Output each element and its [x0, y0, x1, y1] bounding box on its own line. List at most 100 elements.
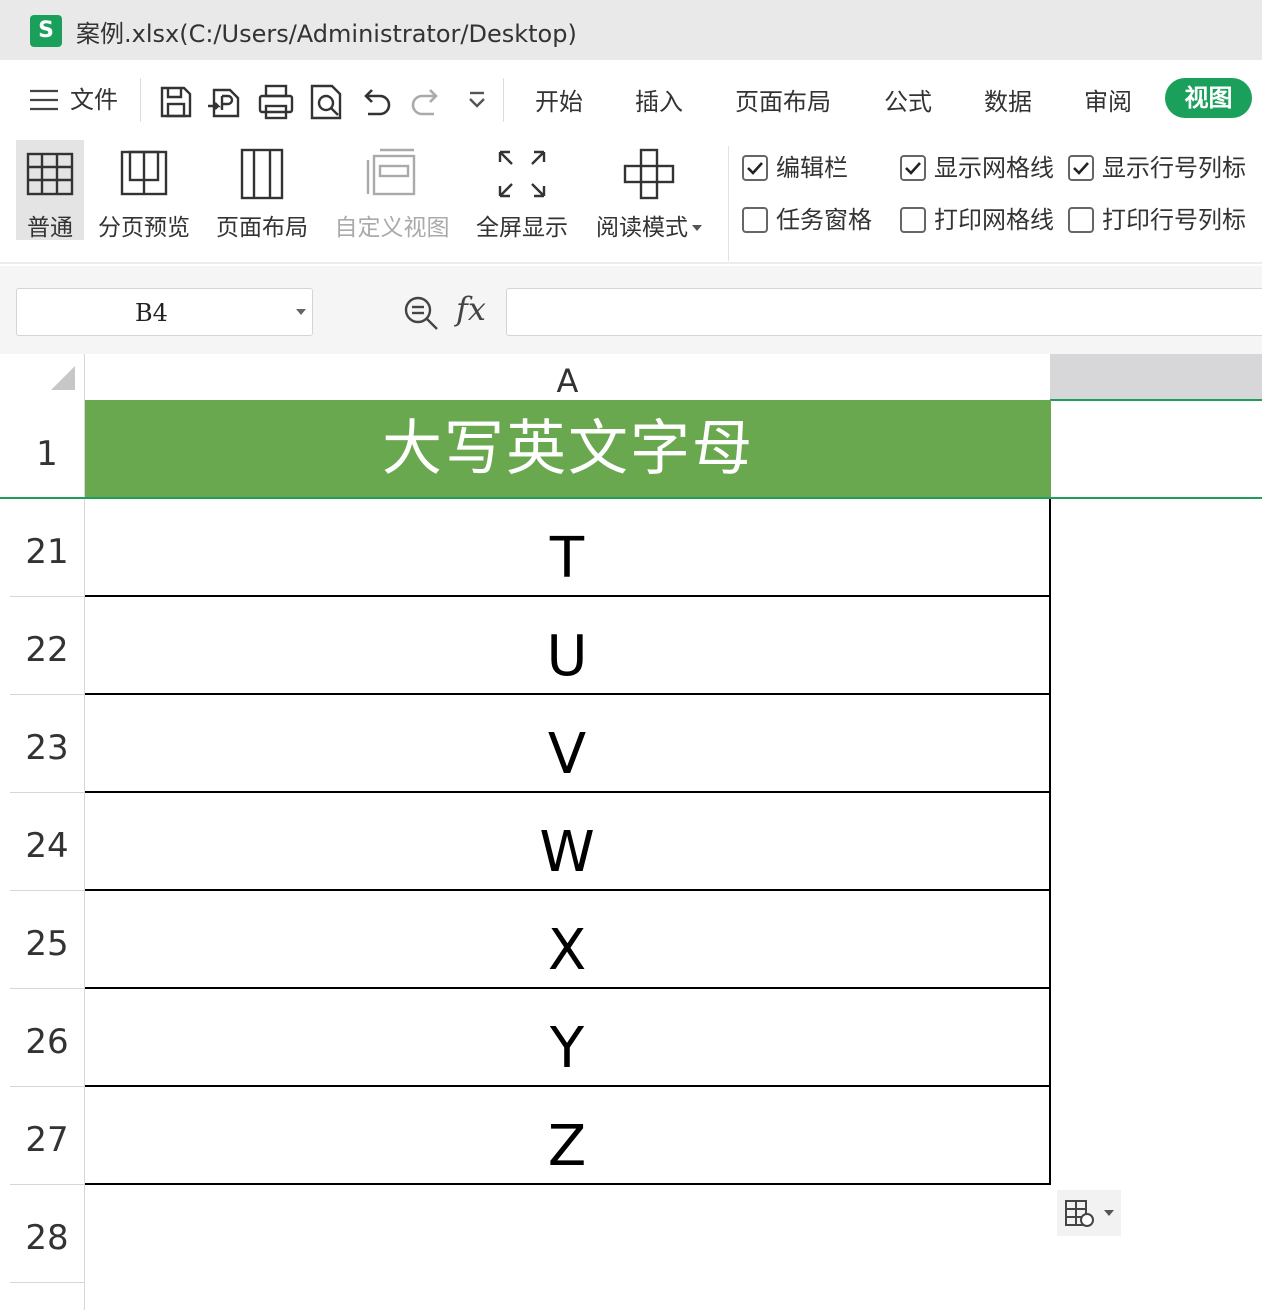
name-box[interactable]: B4 [16, 288, 313, 336]
cell-t[interactable]: T [85, 499, 1051, 597]
save-icon[interactable] [156, 82, 196, 122]
checkbox-label: 编辑栏 [776, 154, 848, 182]
row-header-24[interactable]: 24 [10, 826, 84, 866]
checkbox-print-headings[interactable]: 打印行号列标 [1068, 200, 1246, 234]
window-title: 案例.xlsx(C:/Users/Administrator/Desktop) [76, 20, 577, 48]
normal-view-label: 普通 [27, 215, 73, 241]
select-all-triangle-icon [51, 366, 75, 390]
formula-input[interactable] [506, 288, 1262, 336]
row-header-28[interactable]: 28 [10, 1218, 84, 1258]
fullscreen-button[interactable]: 全屏显示 [472, 140, 572, 241]
row-header-1[interactable]: 1 [10, 434, 84, 474]
app-logo: S [30, 15, 62, 47]
fx-icon[interactable]: fx [456, 290, 486, 328]
title-bar: S 案例.xlsx(C:/Users/Administrator/Desktop… [0, 0, 1262, 60]
cell-x[interactable]: X [85, 891, 1051, 989]
row-header-25[interactable]: 25 [10, 924, 84, 964]
tab-home[interactable]: 开始 [535, 82, 583, 117]
tab-formulas[interactable]: 公式 [884, 82, 932, 117]
checkbox-task-pane[interactable]: 任务窗格 [742, 200, 872, 234]
row-separator [10, 1282, 85, 1283]
page-break-preview-icon [116, 146, 172, 202]
row-header-23[interactable]: 23 [10, 728, 84, 768]
selection-border [1050, 399, 1262, 401]
checkbox-checked-icon[interactable] [1068, 155, 1094, 181]
row-separator [10, 792, 85, 793]
spreadsheet-grid: A 1 大写英文字母 21 T 22 U 23 V 24 W 25 X 26 Y… [0, 354, 1262, 1310]
checkbox-label: 显示行号列标 [1102, 154, 1246, 182]
row-header-22[interactable]: 22 [10, 630, 84, 670]
row-separator [10, 1184, 85, 1185]
row-header-21[interactable]: 21 [10, 532, 84, 572]
checkbox-show-headings[interactable]: 显示行号列标 [1068, 148, 1246, 182]
column-header-a[interactable]: A [85, 354, 1050, 400]
page-break-preview-button[interactable]: 分页预览 [94, 140, 194, 241]
checkbox-checked-icon[interactable] [900, 155, 926, 181]
row-separator [10, 694, 85, 695]
row-header-26[interactable]: 26 [10, 1022, 84, 1062]
name-box-value: B4 [135, 299, 168, 327]
checkbox-checked-icon[interactable] [742, 155, 768, 181]
separator [140, 78, 141, 122]
checkbox-print-gridlines[interactable]: 打印网格线 [900, 200, 1054, 234]
checkbox-unchecked-icon[interactable] [1068, 207, 1094, 233]
checkbox-formula-bar[interactable]: 编辑栏 [742, 148, 848, 182]
page-layout-icon [234, 146, 290, 202]
undo-icon[interactable] [356, 82, 396, 122]
checkbox-show-gridlines[interactable]: 显示网格线 [900, 148, 1054, 182]
hamburger-icon [30, 89, 58, 111]
cell-w[interactable]: W [85, 793, 1051, 891]
tab-page-layout[interactable]: 页面布局 [735, 82, 831, 117]
column-header-next[interactable] [1050, 354, 1262, 400]
row-separator [10, 596, 85, 597]
paste-options-button[interactable] [1057, 1190, 1121, 1236]
print-preview-icon[interactable] [306, 82, 346, 122]
separator [503, 78, 504, 122]
separator [728, 146, 729, 261]
page-break-preview-label: 分页预览 [98, 215, 190, 241]
header-cell[interactable]: 大写英文字母 [85, 400, 1051, 498]
tab-view[interactable]: 视图 [1165, 78, 1252, 118]
file-menu-label: 文件 [70, 86, 118, 114]
menu-bar: 文件 开始 插入 页面布局 公式 数据 审阅 视图 [0, 60, 1262, 136]
row-header-27[interactable]: 27 [10, 1120, 84, 1160]
checkbox-unchecked-icon[interactable] [900, 207, 926, 233]
tab-data[interactable]: 数据 [984, 82, 1032, 117]
tab-insert[interactable]: 插入 [635, 82, 683, 117]
cell-y[interactable]: Y [85, 989, 1051, 1087]
chevron-down-icon[interactable] [296, 309, 306, 315]
checkbox-unchecked-icon[interactable] [742, 207, 768, 233]
checkbox-label: 显示网格线 [934, 154, 1054, 182]
formula-bar: B4 fx [0, 266, 1262, 354]
page-layout-label: 页面布局 [216, 215, 308, 241]
print-icon[interactable] [256, 82, 296, 122]
checkbox-label: 打印网格线 [934, 206, 1054, 234]
redo-icon[interactable] [406, 82, 446, 122]
more-dropdown-icon[interactable] [456, 82, 496, 122]
page-layout-button[interactable]: 页面布局 [212, 140, 312, 241]
cell-v[interactable]: V [85, 695, 1051, 793]
row-separator [10, 1086, 85, 1087]
row-separator [10, 988, 85, 989]
fullscreen-icon [494, 146, 550, 202]
checkbox-label: 任务窗格 [776, 206, 872, 234]
reading-mode-label: 阅读模式 [590, 208, 708, 242]
chevron-down-icon [692, 225, 702, 231]
fullscreen-label: 全屏显示 [476, 215, 568, 241]
normal-view-icon [22, 146, 78, 202]
zoom-out-icon[interactable] [402, 294, 440, 332]
chevron-down-icon [1104, 1210, 1114, 1216]
custom-view-button[interactable]: 自定义视图 [330, 140, 454, 241]
normal-view-button[interactable]: 普通 [16, 140, 84, 241]
reading-mode-icon [621, 146, 677, 202]
export-pdf-icon[interactable] [206, 82, 246, 122]
file-menu-button[interactable]: 文件 [30, 80, 118, 115]
custom-view-icon [364, 146, 420, 202]
cell-z[interactable]: Z [85, 1087, 1051, 1185]
select-all-corner[interactable] [10, 354, 85, 400]
paste-options-icon [1065, 1200, 1094, 1227]
row-separator [10, 890, 85, 891]
reading-mode-button[interactable]: 阅读模式 [590, 140, 708, 242]
tab-review[interactable]: 审阅 [1084, 82, 1132, 117]
cell-u[interactable]: U [85, 597, 1051, 695]
